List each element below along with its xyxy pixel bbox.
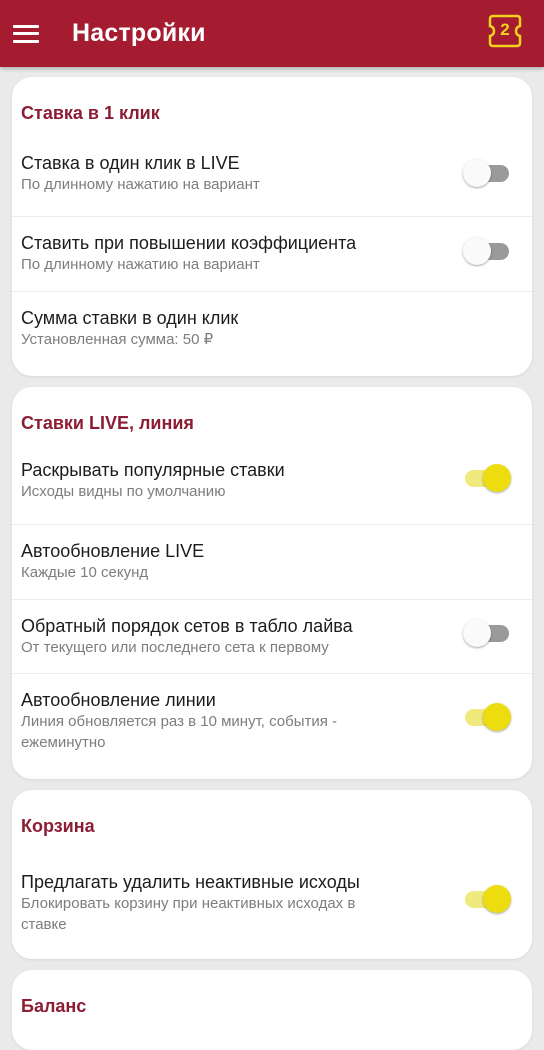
setting-live-autoupdate[interactable]: Автообновление LIVE Каждые 10 секунд	[12, 525, 532, 600]
setting-one-click-live[interactable]: Ставка в один клик в LIVE По длинному на…	[12, 123, 532, 217]
section-title: Ставка в 1 клик	[21, 103, 160, 123]
remove-inactive-toggle[interactable]	[463, 885, 511, 913]
coupon-button[interactable]: 2	[488, 14, 522, 48]
setting-label: Предлагать удалить неактивные исходы	[21, 872, 360, 892]
section-title: Ставки LIVE, линия	[21, 413, 194, 433]
app-bar: Настройки 2	[0, 0, 544, 67]
setting-label: Обратный порядок сетов в табло лайва	[21, 616, 353, 636]
hamburger-icon[interactable]	[13, 24, 39, 43]
setting-description: Каждые 10 секунд	[21, 564, 149, 581]
setting-expand-popular[interactable]: Раскрывать популярные ставки Исходы видн…	[12, 433, 532, 525]
setting-remove-inactive[interactable]: Предлагать удалить неактивные исходы Бло…	[12, 836, 532, 959]
setting-description: Исходы видны по умолчанию	[21, 483, 226, 500]
reverse-sets-toggle[interactable]	[463, 619, 511, 647]
line-autoupdate-toggle[interactable]	[463, 703, 511, 731]
setting-label: Автообновление линии	[21, 690, 216, 710]
setting-label: Раскрывать популярные ставки	[21, 460, 285, 480]
section-live-line: Ставки LIVE, линия Раскрывать популярные…	[12, 387, 532, 779]
setting-description: По длинному нажатию на вариант	[21, 256, 260, 273]
setting-description: От текущего или последнего сета к первом…	[21, 639, 329, 656]
setting-label: Автообновление LIVE	[21, 541, 205, 561]
setting-description: Блокировать корзину при неактивных исход…	[21, 895, 356, 933]
setting-one-click-amount[interactable]: Сумма ставки в один клик Установленная с…	[12, 292, 532, 376]
expand-popular-toggle[interactable]	[463, 464, 511, 492]
page-title: Настройки	[72, 19, 206, 47]
section-cart: Корзина Предлагать удалить неактивные ис…	[12, 790, 532, 959]
setting-description: По длинному нажатию на вариант	[21, 176, 260, 193]
coupon-count-badge: 2	[500, 20, 510, 39]
section-one-click: Ставка в 1 клик Ставка в один клик в LIV…	[12, 77, 532, 376]
section-balance: Баланс	[12, 970, 532, 1050]
setting-description: Установленная сумма: 50 ₽	[21, 331, 214, 348]
section-title: Корзина	[21, 816, 95, 836]
setting-label: Ставить при повышении коэффициента	[21, 233, 357, 253]
setting-line-autoupdate[interactable]: Автообновление линии Линия обновляется р…	[12, 674, 532, 779]
odds-increase-toggle[interactable]	[463, 237, 511, 265]
setting-odds-increase[interactable]: Ставить при повышении коэффициента По дл…	[12, 217, 532, 292]
setting-label: Ставка в один клик в LIVE	[21, 153, 240, 173]
setting-label: Сумма ставки в один клик	[21, 308, 239, 328]
setting-reverse-sets[interactable]: Обратный порядок сетов в табло лайва От …	[12, 600, 532, 674]
one-click-live-toggle[interactable]	[463, 159, 511, 187]
section-title: Баланс	[21, 996, 87, 1016]
setting-description: Линия обновляется раз в 10 минут, событи…	[21, 713, 338, 751]
